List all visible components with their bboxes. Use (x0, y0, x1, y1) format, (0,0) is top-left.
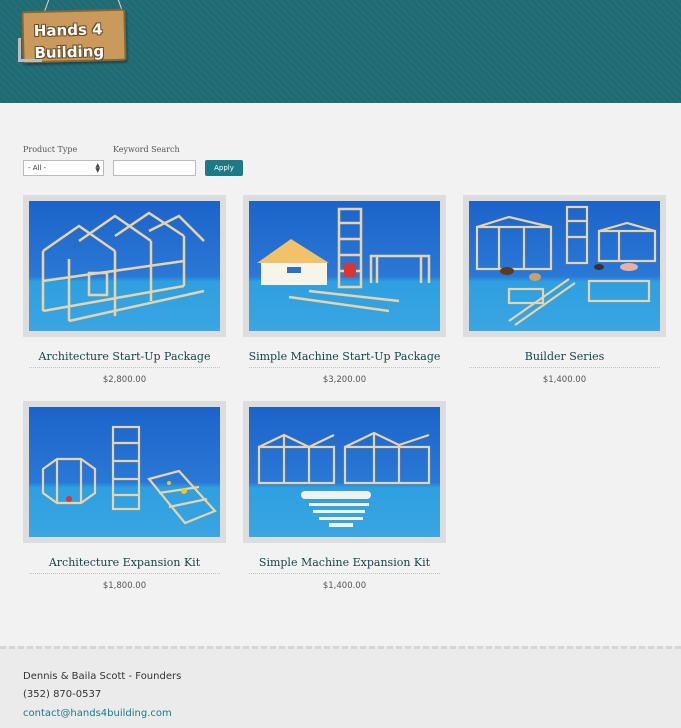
product-price: $1,400.00 (542, 375, 587, 385)
site-logo[interactable]: Hands 4 Building (16, 0, 130, 66)
founders-text: Dennis & Baila Scott - Founders (23, 671, 182, 682)
apply-button[interactable]: Apply (205, 160, 243, 176)
product-type-label: Product Type (23, 145, 78, 154)
site-header: Hands 4 Building (0, 0, 681, 103)
phone-number[interactable]: (352) 870-0537 (23, 689, 101, 700)
title-divider (249, 367, 440, 368)
logo-wordmark: Hands 4 Building (34, 17, 125, 63)
ruler-icon (18, 38, 42, 62)
email-link[interactable]: contact@hands4building.com (23, 708, 172, 719)
title-divider (29, 573, 220, 574)
product-image (29, 407, 220, 537)
product-price: $3,200.00 (322, 375, 367, 385)
title-divider (249, 573, 440, 574)
logo-text: Hands 4 Building (33, 20, 105, 63)
product-price: $1,400.00 (322, 581, 367, 591)
product-title[interactable]: Architecture Start-Up Package (23, 350, 226, 363)
simple-machine-expansion-kit-illustration (257, 431, 431, 527)
product-image-frame[interactable] (463, 195, 666, 337)
title-divider (29, 367, 220, 368)
simple-machine-models-illustration (257, 207, 431, 313)
product-title[interactable]: Simple Machine Start-Up Package (243, 350, 446, 363)
product-type-select[interactable]: - All - ▲ ▼ (23, 160, 104, 176)
product-title[interactable]: Architecture Expansion Kit (23, 556, 226, 569)
product-image-frame[interactable] (243, 401, 446, 543)
title-divider (469, 367, 660, 368)
product-price: $2,800.00 (102, 375, 147, 385)
product-image (29, 201, 220, 331)
keyword-search-input[interactable] (113, 160, 196, 176)
wood-frame-house-illustration (41, 211, 205, 323)
builder-series-models-illustration (475, 205, 657, 326)
product-type-value: - All - (28, 164, 47, 172)
product-price: $1,800.00 (102, 581, 147, 591)
product-title[interactable]: Builder Series (463, 350, 666, 363)
product-image-frame[interactable] (243, 195, 446, 337)
architecture-expansion-models-illustration (41, 425, 217, 525)
product-image (249, 201, 440, 331)
keyword-search-label: Keyword Search (113, 145, 180, 154)
product-title[interactable]: Simple Machine Expansion Kit (243, 556, 446, 569)
select-arrows-icon: ▲ ▼ (95, 162, 100, 174)
product-image (249, 407, 440, 537)
site-footer: Dennis & Baila Scott - Founders (352) 87… (0, 646, 681, 728)
product-image-frame[interactable] (23, 195, 226, 337)
product-image (469, 201, 660, 331)
product-image-frame[interactable] (23, 401, 226, 543)
